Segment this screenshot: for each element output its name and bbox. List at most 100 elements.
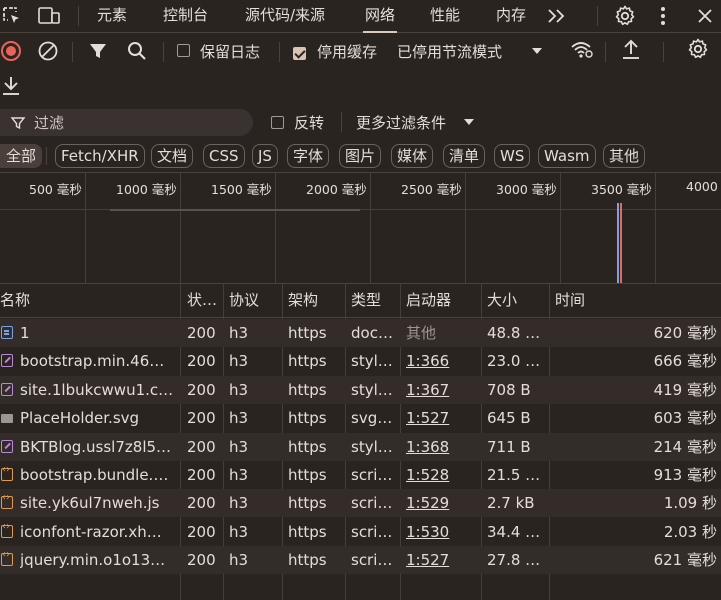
clear-icon[interactable] — [37, 40, 59, 62]
tab-sources[interactable]: 源代码/来源 — [245, 0, 325, 32]
script-icon — [1, 521, 13, 538]
request-initiator[interactable]: 1:527 — [406, 404, 478, 432]
inspect-element-icon[interactable] — [2, 6, 22, 26]
request-size: 23.0 … — [487, 352, 541, 371]
type-filter-other[interactable]: 其他 — [603, 144, 646, 168]
more-filters-button[interactable]: 更多过滤条件 — [356, 112, 446, 133]
table-row[interactable]: PlaceHolder.svg 200 h3 https svg… 1:527 645 B 6… — [0, 404, 721, 432]
throttling-select[interactable]: 已停用节流模式 — [397, 41, 502, 62]
type-filter-wasm[interactable]: Wasm — [538, 144, 596, 168]
column-header-time[interactable]: 时间 — [555, 283, 585, 317]
type-filter-fetch-xhr[interactable]: Fetch/XHR — [55, 144, 145, 168]
tab-memory[interactable]: 内存 — [496, 0, 526, 32]
type-filter-css[interactable]: CSS — [203, 144, 245, 168]
request-type: svg… — [351, 409, 393, 428]
invert-checkbox[interactable] — [271, 116, 284, 129]
chevron-down-icon — [464, 119, 474, 125]
record-stop-icon[interactable] — [0, 40, 22, 62]
devtools-tab-bar: 元素 控制台 源代码/来源 网络 性能 内存 — [0, 0, 721, 33]
request-initiator[interactable]: 1:527 — [406, 546, 478, 574]
request-size: 711 B — [487, 437, 531, 456]
request-protocol: h3 — [229, 494, 249, 513]
request-status: 200 — [187, 409, 216, 428]
request-protocol: h3 — [229, 324, 249, 342]
type-filter-media[interactable]: 媒体 — [391, 144, 434, 168]
request-status: 200 — [187, 380, 216, 399]
table-row[interactable]: iconfont-razor.xh… 200 h3 https scri… 1:530 34… — [0, 518, 721, 546]
request-scheme: https — [288, 494, 327, 513]
request-name: bootstrap.bundle.… — [20, 466, 169, 484]
preserve-log-checkbox[interactable] — [177, 44, 190, 57]
request-initiator[interactable]: 1:367 — [406, 376, 478, 404]
search-icon[interactable] — [126, 40, 148, 62]
request-protocol: h3 — [229, 409, 249, 428]
request-type: scri… — [351, 466, 393, 484]
type-filter-ws[interactable]: WS — [494, 144, 531, 168]
request-name: site.1lbukcwwu1.c… — [20, 380, 174, 399]
request-name: BKTBlog.ussl7z8l5… — [20, 437, 172, 456]
table-row[interactable]: site.1lbukcwwu1.c… 200 h3 https styl… 1:367 70… — [0, 375, 721, 404]
disable-cache-checkbox[interactable] — [293, 47, 306, 60]
column-header-size[interactable]: 大小 — [487, 283, 517, 317]
network-settings-icon[interactable] — [686, 37, 710, 61]
request-type: doc… — [351, 324, 393, 342]
tab-performance[interactable]: 性能 — [430, 0, 460, 32]
table-row[interactable]: bootstrap.min.46… 200 h3 https styl… 1:366 23.… — [0, 347, 721, 375]
request-type: scri… — [351, 551, 393, 570]
table-row[interactable]: bootstrap.bundle.… 200 h3 https scri… 1:528 21… — [0, 461, 721, 489]
tab-network[interactable]: 网络 — [362, 0, 398, 33]
type-filter-doc[interactable]: 文档 — [151, 144, 194, 168]
vertical-dots-icon[interactable] — [655, 5, 671, 27]
request-size: 48.8 … — [487, 324, 541, 342]
request-time: 214 毫秒 — [653, 437, 717, 456]
request-size: 34.4 … — [487, 522, 541, 541]
request-initiator[interactable]: 1:528 — [406, 461, 478, 489]
column-header-scheme[interactable]: 架构 — [288, 283, 318, 317]
column-header-protocol[interactable]: 协议 — [229, 283, 259, 317]
filter-icon[interactable] — [88, 41, 108, 61]
network-overview[interactable]: 500 毫秒 1000 毫秒 1500 毫秒 2000 毫秒 2500 毫秒 3… — [0, 172, 721, 284]
request-initiator[interactable]: 1:530 — [406, 518, 478, 546]
load-event-marker — [620, 203, 622, 283]
column-header-initiator[interactable]: 启动器 — [406, 283, 451, 317]
request-time: 666 毫秒 — [653, 352, 717, 371]
request-initiator[interactable]: 1:368 — [406, 433, 478, 461]
type-filter-all[interactable]: 全部 — [0, 144, 43, 168]
type-filter-font[interactable]: 字体 — [287, 144, 330, 168]
type-filter-img[interactable]: 图片 — [339, 144, 382, 168]
filter-input[interactable]: 过滤 — [0, 109, 253, 136]
column-header-status[interactable]: 状… — [187, 283, 217, 317]
close-icon[interactable] — [695, 6, 717, 26]
request-scheme: https — [288, 522, 327, 541]
table-row[interactable]: BKTBlog.ussl7z8l5… 200 h3 https styl… 1:368 71… — [0, 432, 721, 461]
request-initiator[interactable]: 1:366 — [406, 347, 478, 375]
request-name: PlaceHolder.svg — [20, 409, 140, 428]
import-har-icon[interactable] — [620, 38, 642, 62]
column-header-name[interactable]: 名称 — [0, 283, 30, 317]
device-toggle-icon[interactable] — [37, 6, 61, 26]
table-row[interactable]: jquery.min.o1o13… 200 h3 https scri… 1:527 27.… — [0, 546, 721, 575]
request-scheme: https — [288, 324, 327, 342]
column-header-type[interactable]: 类型 — [351, 283, 381, 317]
image-icon — [1, 414, 13, 424]
type-filter-manifest[interactable]: 清单 — [443, 144, 486, 168]
table-row[interactable]: site.yk6ul7nweh.js 200 h3 https scri… 1:529 2.… — [0, 489, 721, 518]
gear-icon[interactable] — [613, 4, 637, 28]
tab-elements[interactable]: 元素 — [97, 0, 127, 32]
document-icon — [1, 326, 13, 339]
double-chevron-icon[interactable] — [545, 6, 569, 26]
table-row[interactable]: 1 200 h3 https doc… 其他 48.8 … 620 毫秒 — [0, 319, 721, 347]
network-conditions-icon[interactable] — [569, 39, 595, 61]
tab-console[interactable]: 控制台 — [163, 0, 208, 32]
export-har-icon[interactable] — [0, 74, 22, 98]
request-scheme: https — [288, 409, 327, 428]
request-type: scri… — [351, 522, 393, 541]
request-scheme: https — [288, 380, 327, 399]
request-size: 708 B — [487, 380, 531, 399]
type-filter-js[interactable]: JS — [252, 144, 278, 168]
overview-tick-label: 2500 毫秒 — [401, 182, 462, 197]
preserve-log-label: 保留日志 — [200, 43, 261, 61]
request-status: 200 — [187, 551, 216, 570]
request-time: 620 毫秒 — [653, 324, 717, 342]
request-initiator[interactable]: 1:529 — [406, 489, 478, 517]
